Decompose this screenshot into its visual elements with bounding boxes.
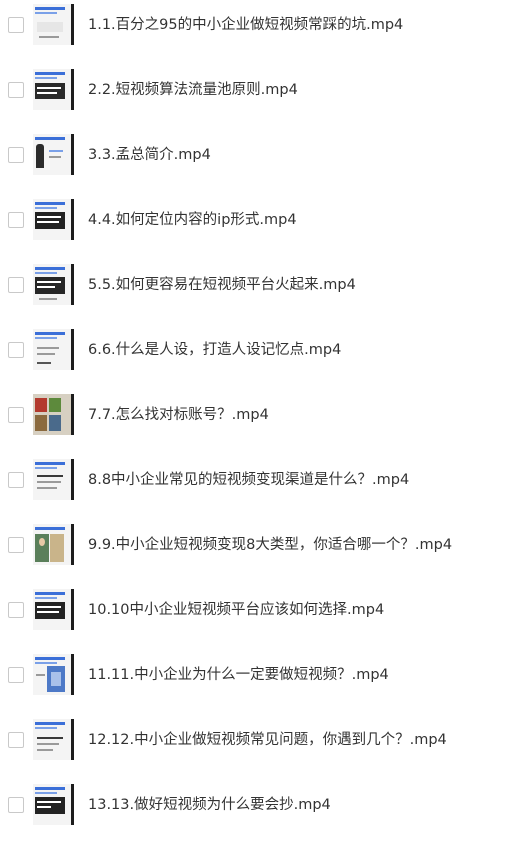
file-row[interactable]: 1.1.百分之95的中小企业做短视频常踩的坑.mp4 bbox=[0, 0, 528, 57]
file-row[interactable]: 10.10中小企业短视频平台应该如何选择.mp4 bbox=[0, 577, 528, 642]
row-checkbox[interactable] bbox=[8, 406, 24, 423]
file-row[interactable]: 4.4.如何定位内容的ip形式.mp4 bbox=[0, 187, 528, 252]
video-thumbnail[interactable] bbox=[33, 69, 74, 110]
video-thumbnail[interactable] bbox=[33, 134, 74, 175]
file-row[interactable]: 9.9.中小企业短视频变现8大类型，你适合哪一个？.mp4 bbox=[0, 512, 528, 577]
file-name[interactable]: 7.7.怎么找对标账号？.mp4 bbox=[88, 406, 269, 424]
row-checkbox[interactable] bbox=[8, 666, 24, 683]
video-thumbnail[interactable] bbox=[33, 524, 74, 565]
video-thumbnail[interactable] bbox=[33, 199, 74, 240]
file-row[interactable]: 13.13.做好短视频为什么要会抄.mp4 bbox=[0, 772, 528, 837]
row-checkbox[interactable] bbox=[8, 146, 24, 163]
row-checkbox[interactable] bbox=[8, 471, 24, 488]
file-row[interactable]: 7.7.怎么找对标账号？.mp4 bbox=[0, 382, 528, 447]
file-name[interactable]: 3.3.孟总简介.mp4 bbox=[88, 146, 211, 164]
file-row[interactable]: 3.3.孟总简介.mp4 bbox=[0, 122, 528, 187]
row-checkbox[interactable] bbox=[8, 81, 24, 98]
file-row[interactable]: 5.5.如何更容易在短视频平台火起来.mp4 bbox=[0, 252, 528, 317]
row-checkbox[interactable] bbox=[8, 536, 24, 553]
file-name[interactable]: 1.1.百分之95的中小企业做短视频常踩的坑.mp4 bbox=[88, 16, 403, 34]
file-row[interactable]: 8.8中小企业常见的短视频变现渠道是什么？.mp4 bbox=[0, 447, 528, 512]
video-thumbnail[interactable] bbox=[33, 719, 74, 760]
file-row[interactable]: 11.11.中小企业为什么一定要做短视频？.mp4 bbox=[0, 642, 528, 707]
video-thumbnail[interactable] bbox=[33, 394, 74, 435]
file-name[interactable]: 4.4.如何定位内容的ip形式.mp4 bbox=[88, 211, 297, 229]
file-name[interactable]: 9.9.中小企业短视频变现8大类型，你适合哪一个？.mp4 bbox=[88, 536, 452, 554]
row-checkbox[interactable] bbox=[8, 796, 24, 813]
file-row[interactable]: 2.2.短视频算法流量池原则.mp4 bbox=[0, 57, 528, 122]
row-checkbox[interactable] bbox=[8, 601, 24, 618]
video-thumbnail[interactable] bbox=[33, 329, 74, 370]
file-name[interactable]: 5.5.如何更容易在短视频平台火起来.mp4 bbox=[88, 276, 356, 294]
video-thumbnail[interactable] bbox=[33, 784, 74, 825]
video-thumbnail[interactable] bbox=[33, 654, 74, 695]
row-checkbox[interactable] bbox=[8, 731, 24, 748]
file-name[interactable]: 12.12.中小企业做短视频常见问题，你遇到几个？.mp4 bbox=[88, 731, 447, 749]
video-thumbnail[interactable] bbox=[33, 4, 74, 45]
file-name[interactable]: 10.10中小企业短视频平台应该如何选择.mp4 bbox=[88, 601, 384, 619]
file-row[interactable]: 12.12.中小企业做短视频常见问题，你遇到几个？.mp4 bbox=[0, 707, 528, 772]
file-name[interactable]: 13.13.做好短视频为什么要会抄.mp4 bbox=[88, 796, 331, 814]
file-name[interactable]: 6.6.什么是人设，打造人设记忆点.mp4 bbox=[88, 341, 341, 359]
file-row[interactable]: 6.6.什么是人设，打造人设记忆点.mp4 bbox=[0, 317, 528, 382]
row-checkbox[interactable] bbox=[8, 276, 24, 293]
row-checkbox[interactable] bbox=[8, 341, 24, 358]
row-checkbox[interactable] bbox=[8, 16, 24, 33]
file-name[interactable]: 2.2.短视频算法流量池原则.mp4 bbox=[88, 81, 298, 99]
file-name[interactable]: 8.8中小企业常见的短视频变现渠道是什么？.mp4 bbox=[88, 471, 409, 489]
row-checkbox[interactable] bbox=[8, 211, 24, 228]
video-thumbnail[interactable] bbox=[33, 589, 74, 630]
video-thumbnail[interactable] bbox=[33, 459, 74, 500]
video-thumbnail[interactable] bbox=[33, 264, 74, 305]
file-list: 1.1.百分之95的中小企业做短视频常踩的坑.mp4 2.2.短视频算法流量池原… bbox=[0, 0, 528, 845]
file-name[interactable]: 11.11.中小企业为什么一定要做短视频？.mp4 bbox=[88, 666, 389, 684]
